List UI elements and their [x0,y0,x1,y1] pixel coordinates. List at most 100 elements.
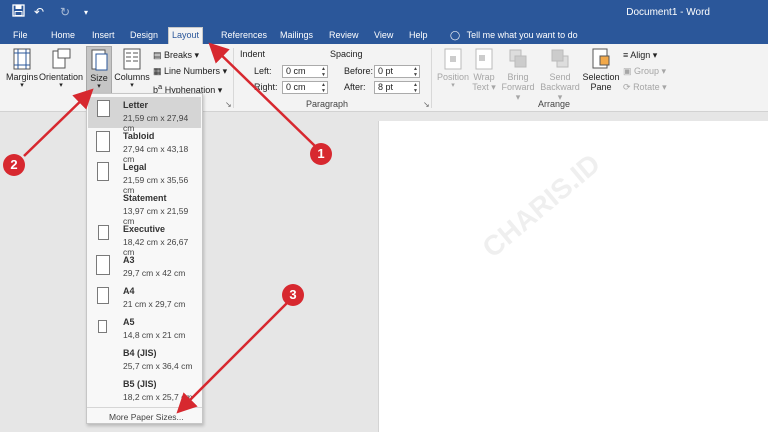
paper-icon [96,131,110,152]
tab-insert[interactable]: Insert [89,28,118,44]
spinner-icon[interactable]: ▲ ▼ [321,66,326,78]
size-option-name: Executive [123,224,166,234]
group-icon: ▣ [623,66,632,76]
tab-help[interactable]: Help [406,28,431,44]
left-indent-input[interactable]: 0 cm ▲ ▼ [282,65,328,78]
size-option-name: A5 [123,317,135,327]
columns-icon [123,48,141,70]
position-label: Position [436,72,470,82]
margins-label: Margins [6,72,39,82]
size-option-tabloid[interactable]: Tabloid 27,94 cm x 43,18 cm [88,128,201,164]
size-option-a5[interactable]: A5 14,8 cm x 21 cm [88,314,201,345]
tab-references[interactable]: References [218,28,270,44]
customize-icon[interactable]: ▾ [84,8,88,17]
selection-label-1: Selection [582,72,620,82]
tab-layout[interactable]: Layout [168,27,204,44]
size-option-name: Tabloid [123,131,155,141]
columns-button[interactable]: Columns ▾ [114,48,150,90]
rotate-icon: ⟳ [623,82,631,92]
size-option-letter[interactable]: Letter 21,59 cm x 27,94 cm [88,97,201,133]
breaks-button[interactable]: ▤ Breaks ▾ [153,48,199,62]
group-separator [233,48,234,108]
paper-icon [98,225,109,240]
size-option-name: B5 (JIS) [123,379,157,389]
size-option-name: B4 (JIS) [123,348,157,358]
size-option-name: Letter [123,100,149,110]
margins-button[interactable]: Margins ▾ [6,48,38,90]
size-option-dims: 18,2 cm x 25,7 cm [123,392,193,402]
spinner-icon[interactable]: ▲ ▼ [321,82,326,94]
wrap-text-icon [475,48,493,70]
right-indent-input[interactable]: 0 cm ▲ ▼ [282,81,328,94]
orientation-icon [52,48,71,69]
bring-forward-button[interactable]: Bring Forward ▾ [499,48,537,102]
size-option-a4[interactable]: A4 21 cm x 29,7 cm [88,283,201,314]
left-indent-label: Left: [254,66,272,76]
chevron-down-icon: ▾ [97,83,101,90]
callout-3: 3 [282,284,304,306]
selection-pane-button[interactable]: Selection Pane [582,48,620,92]
title-bar: ↶ ↻ ▾ Document1 - Word [0,0,768,26]
tab-view[interactable]: View [371,28,396,44]
callout-2: 2 [3,154,25,176]
spinner-icon[interactable]: ▲ ▼ [413,66,418,78]
before-spacing-input[interactable]: 0 pt ▲ ▼ [374,65,420,78]
wrap-label-2: Text [472,82,489,92]
size-button[interactable]: Size ▾ [86,46,112,96]
tab-review[interactable]: Review [326,28,362,44]
after-spacing-value: 8 pt [378,82,394,92]
arrange-group-label: Arrange [538,99,571,109]
tab-file[interactable]: File [10,28,31,44]
page-setup-launcher-icon[interactable]: ↘ [225,100,232,109]
tell-me-text: Tell me what you want to do [466,30,578,40]
align-icon: ≡ [623,50,629,60]
paper-icon [97,100,110,117]
size-option-legal[interactable]: Legal 21,59 cm x 35,56 cm [88,159,201,195]
size-option-b4-jis[interactable]: B4 (JIS) 25,7 cm x 36,4 cm [88,345,201,376]
size-option-dims: 21 cm x 29,7 cm [123,299,186,309]
before-spacing-label: Before: [344,66,374,76]
tab-mailings[interactable]: Mailings [277,28,316,44]
callout-1: 1 [310,143,332,165]
undo-icon[interactable]: ↶ [34,5,44,19]
spinner-icon[interactable]: ▲ ▼ [413,82,418,94]
window-title: Document1 - Word [626,7,710,18]
size-option-name: A3 [123,255,135,265]
align-button[interactable]: ≡ Align ▾ [623,48,657,62]
send-label-1: Send [549,72,571,82]
selection-label-2: Pane [590,82,612,92]
after-spacing-input[interactable]: 8 pt ▲ ▼ [374,81,420,94]
hyphenation-button[interactable]: ba Hyphenation ▾ [153,80,222,95]
line-numbers-button[interactable]: ▦ Line Numbers ▾ [153,64,227,78]
tab-design[interactable]: Design [127,28,161,44]
send-backward-button[interactable]: Send Backward ▾ [539,48,581,102]
tell-me-box[interactable]: ◯ Tell me what you want to do [450,28,578,43]
size-option-a3[interactable]: A3 29,7 cm x 42 cm [88,252,201,283]
rotate-button[interactable]: ⟳ Rotate ▾ [623,80,667,94]
group-button[interactable]: ▣ Group ▾ [623,64,666,78]
paragraph-launcher-icon[interactable]: ↘ [423,100,430,109]
size-option-executive[interactable]: Executive 18,42 cm x 26,67 cm [88,221,201,257]
wrap-label-1: Wrap [473,72,495,82]
right-indent-value: 0 cm [286,82,306,92]
paper-icon [97,287,109,304]
size-option-statement[interactable]: Statement 13,97 cm x 21,59 cm [88,190,201,226]
wrap-text-button[interactable]: Wrap Text ▾ [470,48,498,92]
position-button[interactable]: Position ▾ [436,48,470,90]
redo-icon[interactable]: ↻ [60,5,70,19]
size-option-b5-jis[interactable]: B5 (JIS) 18,2 cm x 25,7 cm [88,376,201,407]
save-icon[interactable] [12,4,25,20]
rotate-label: Rotate [633,82,660,92]
tab-home[interactable]: Home [48,28,78,44]
more-paper-sizes-button[interactable]: More Paper Sizes... [87,407,202,422]
indent-label: Indent [240,49,266,59]
breaks-icon: ▤ [153,50,162,60]
line-numbers-label: Line Numbers [164,66,221,76]
size-option-dims: 25,7 cm x 36,4 cm [123,361,193,371]
size-option-name: Statement [123,193,167,203]
size-label: Size [90,73,108,83]
ribbon-tabs: File Home Insert Design Layout Reference… [0,26,768,44]
left-indent-value: 0 cm [286,66,306,76]
orientation-button[interactable]: Orientation ▾ [39,48,83,90]
columns-label: Columns [114,72,150,82]
